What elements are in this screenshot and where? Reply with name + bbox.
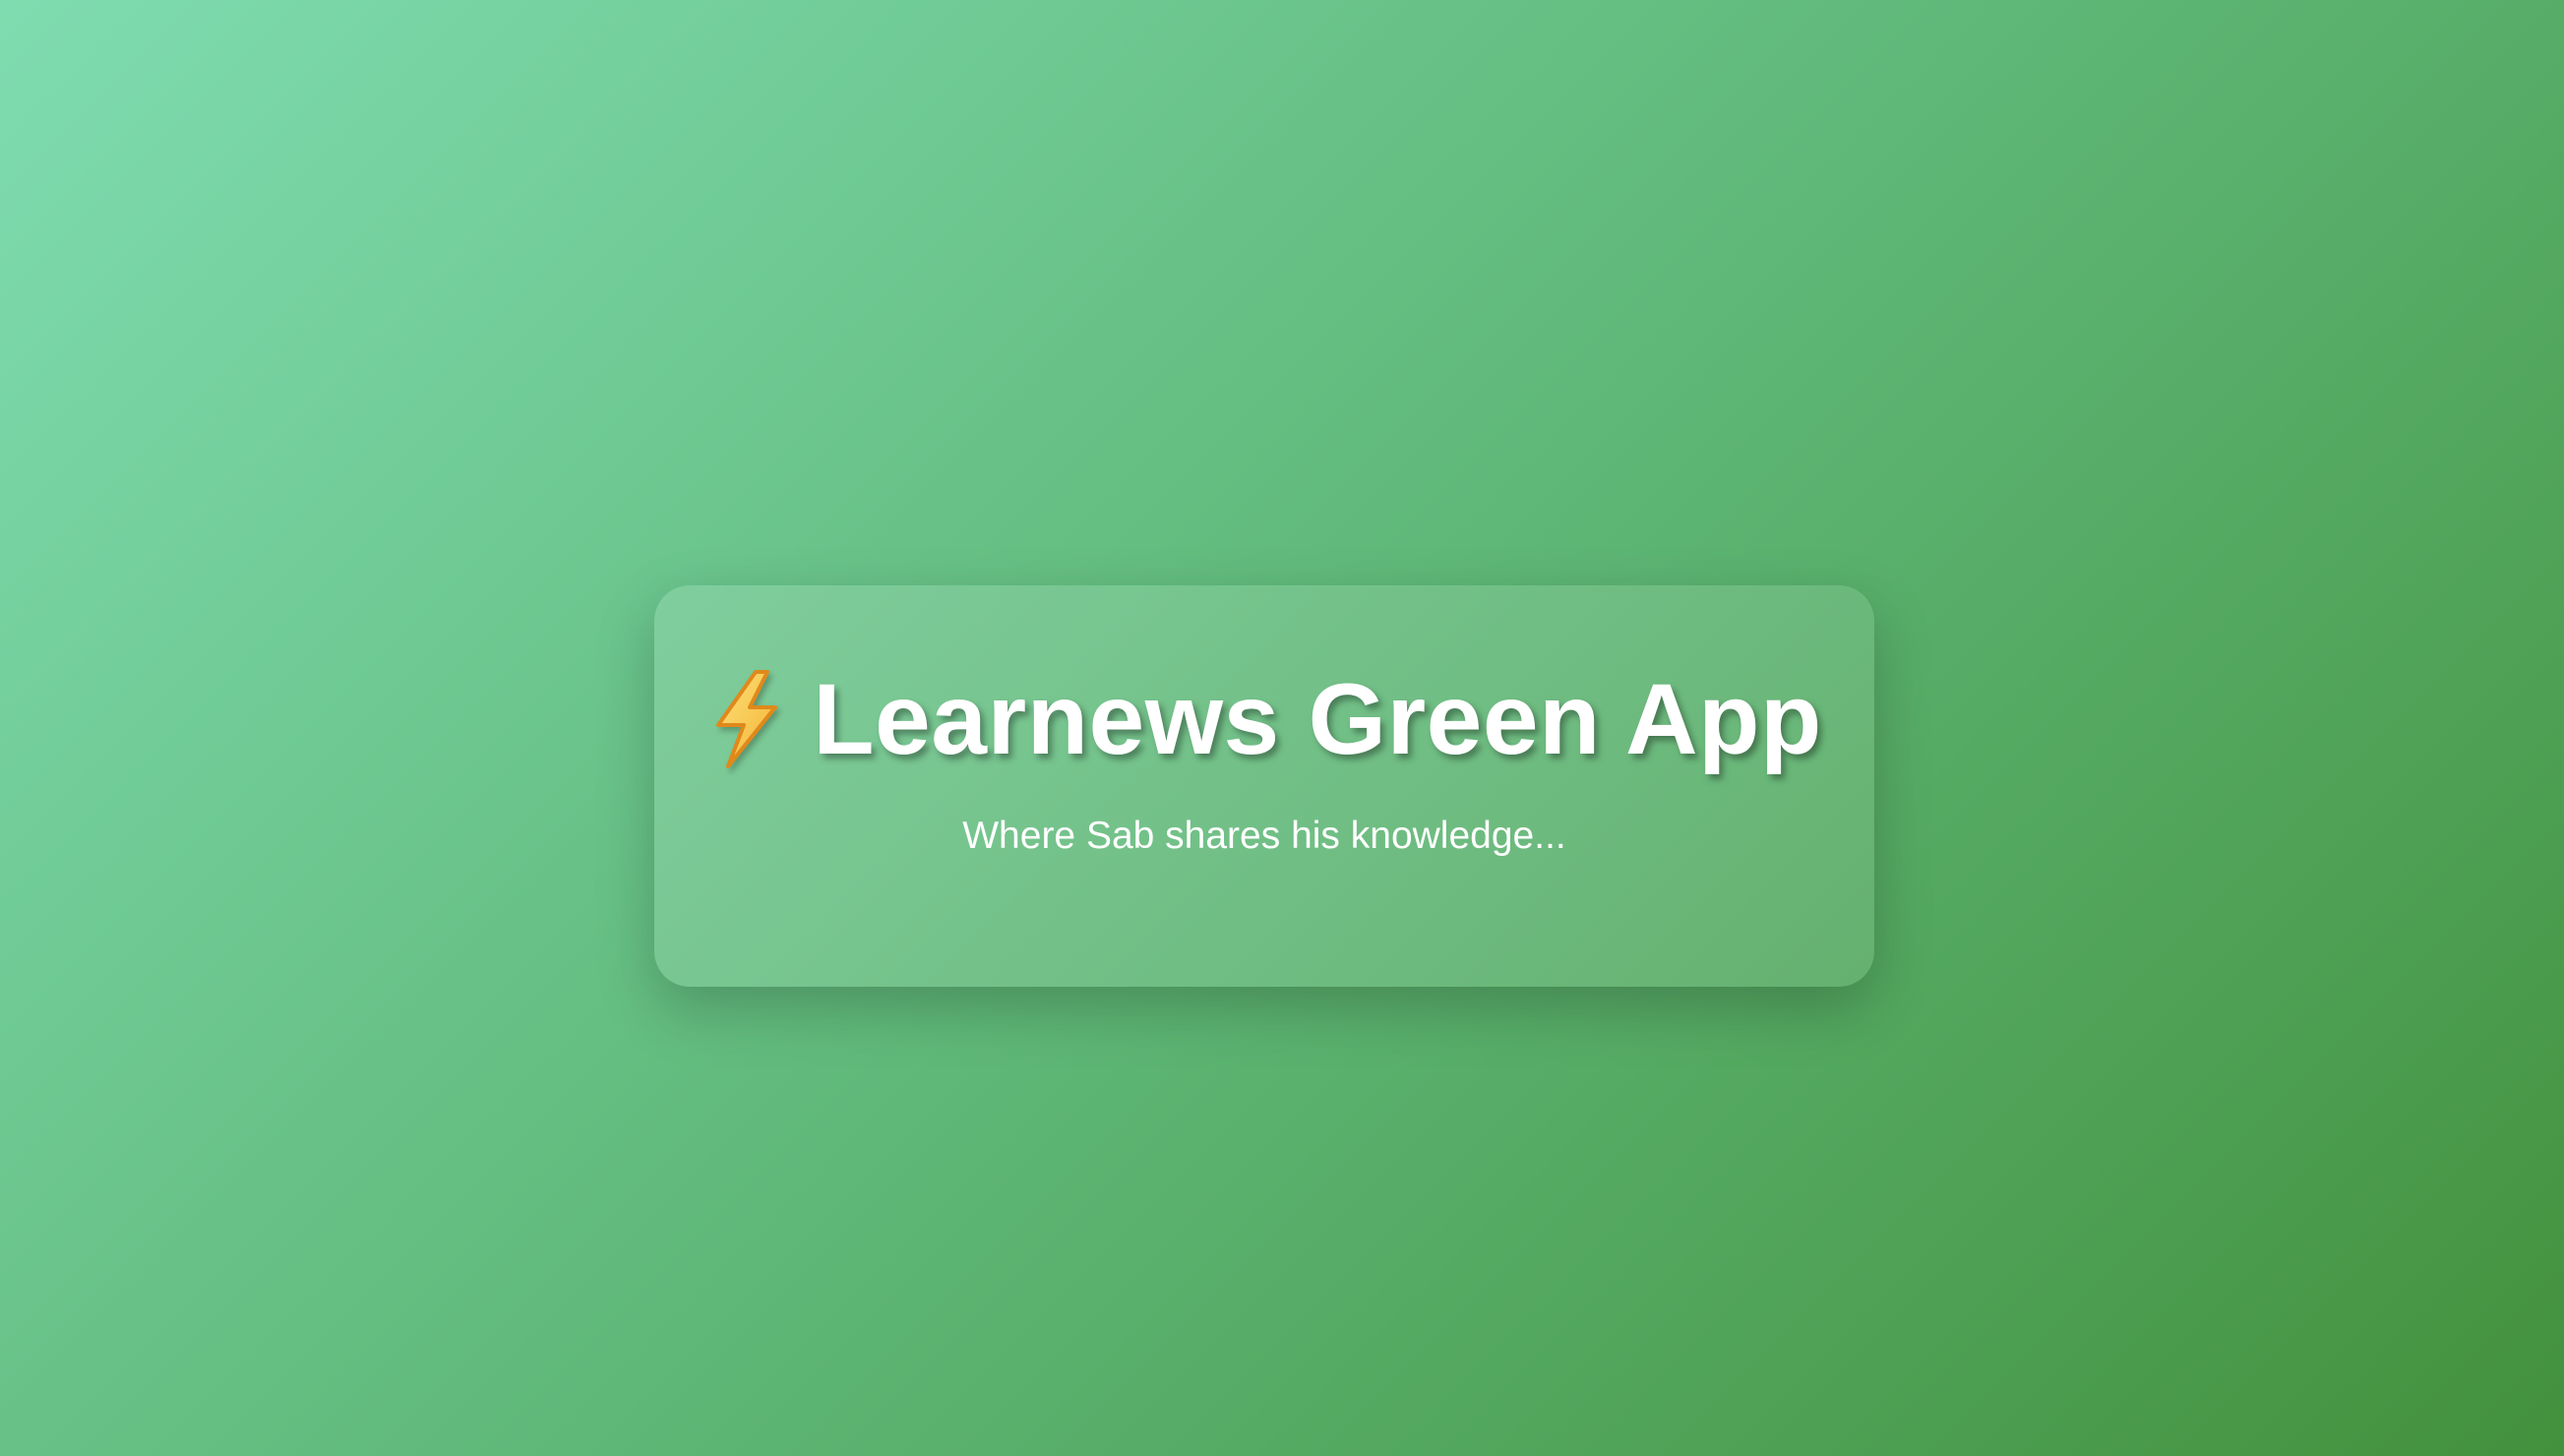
lightning-bolt-icon bbox=[706, 670, 785, 768]
hero-card: Learnews Green App Where Sab shares his … bbox=[654, 585, 1874, 987]
app-subtitle: Where Sab shares his knowledge... bbox=[962, 815, 1566, 857]
app-title: Learnews Green App bbox=[813, 663, 1822, 775]
title-row: Learnews Green App bbox=[706, 669, 1822, 769]
